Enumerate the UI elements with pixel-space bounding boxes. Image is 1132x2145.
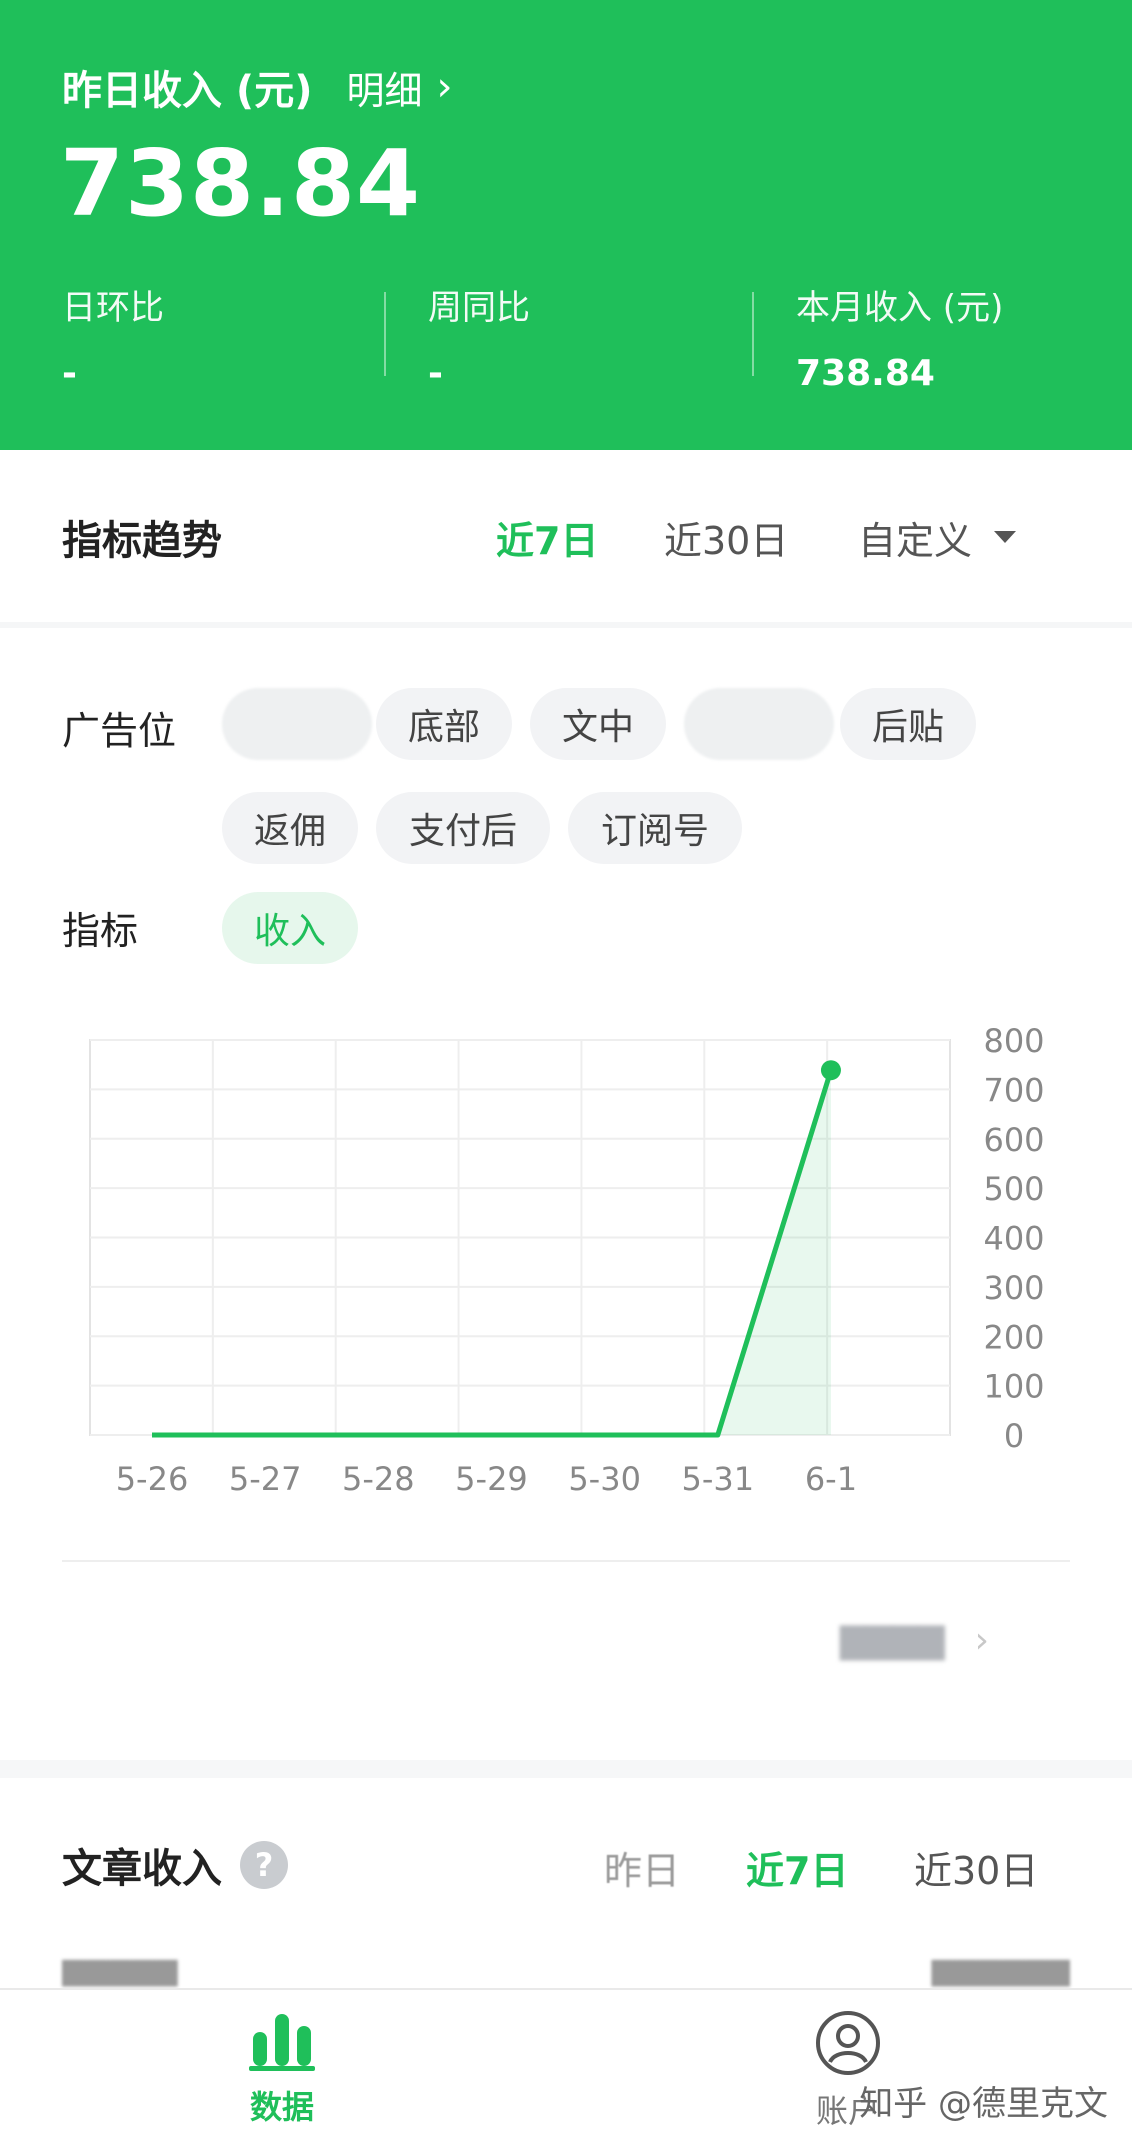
help-icon[interactable]: ? xyxy=(240,1841,288,1889)
caret-down-icon xyxy=(994,531,1017,543)
tab-custom[interactable]: 自定义 xyxy=(858,510,1017,565)
y-tick-label: 200 xyxy=(983,1318,1044,1356)
x-tick-label: 5-27 xyxy=(229,1460,302,1498)
blurred-detail-row[interactable]: ▇▇▇▇ › xyxy=(840,1620,989,1661)
chip-subscription-account[interactable]: 订阅号 xyxy=(568,792,742,864)
chip-in-article[interactable]: 文中 xyxy=(530,688,666,760)
stat-divider xyxy=(384,292,386,376)
income-trend-chart: 0 100 200 300 400 500 600 700 800 5-26 5-27 5-28 5-2… xyxy=(89,1022,1045,1498)
stat-label: 本月收入 (元) xyxy=(796,288,1004,328)
y-tick-label: 100 xyxy=(983,1368,1044,1406)
bar-chart-icon xyxy=(249,2014,315,2071)
article-income-title-wrap: 文章收入 ? xyxy=(62,1836,288,1894)
chip-after-payment[interactable]: 支付后 xyxy=(376,792,550,864)
section-separator xyxy=(0,1760,1132,1778)
stat-label: 日环比 xyxy=(62,288,164,328)
trend-header: 指标趋势 近7日 近30日 自定义 xyxy=(0,472,1132,602)
article-income-title: 文章收入 xyxy=(62,1846,222,1892)
header-title-row: 昨日收入 (元) 明细 › xyxy=(62,58,453,116)
yesterday-income-title: 昨日收入 (元) xyxy=(62,68,313,114)
x-tick-label: 5-29 xyxy=(455,1460,528,1498)
nav-data-label: 数据 xyxy=(249,2088,314,2126)
blurred-text: ▇▇▇▇ xyxy=(840,1620,945,1661)
x-tick-label: 6-1 xyxy=(805,1460,857,1498)
chevron-right-icon: › xyxy=(436,64,453,110)
x-tick-label: 5-26 xyxy=(116,1460,189,1498)
tab-7-days[interactable]: 近7日 xyxy=(496,510,598,565)
blurred-text: ▆▆▆▆▆▆ xyxy=(931,1952,1070,1987)
user-circle-icon xyxy=(816,2011,880,2075)
y-tick-label: 300 xyxy=(983,1269,1044,1307)
stat-week-over-week: 周同比 - xyxy=(428,280,530,394)
y-tick-label: 400 xyxy=(983,1220,1044,1258)
stat-value: 738.84 xyxy=(796,353,935,394)
stat-label: 周同比 xyxy=(428,288,530,328)
detail-link-label: 明细 xyxy=(346,68,423,113)
chip-ad-position-hidden[interactable] xyxy=(684,688,834,760)
chip-metric-income[interactable]: 收入 xyxy=(222,892,358,964)
stat-value: - xyxy=(62,353,77,394)
tab-custom-label: 自定义 xyxy=(858,518,973,563)
x-tick-label: 5-31 xyxy=(681,1460,754,1498)
chevron-right-icon: › xyxy=(974,1620,989,1661)
tab-yesterday[interactable]: 昨日 xyxy=(604,1840,680,1895)
chip-bottom[interactable]: 底部 xyxy=(376,688,512,760)
stat-month-income: 本月收入 (元) 738.84 xyxy=(796,280,1003,394)
blurred-text: ▆▆▆▆▆ xyxy=(62,1952,178,1987)
metric-label: 指标 xyxy=(62,909,139,953)
section-separator xyxy=(0,622,1132,628)
stat-day-over-day: 日环比 - xyxy=(62,280,164,394)
chart-separator xyxy=(62,1560,1070,1562)
series-area xyxy=(152,1070,831,1435)
y-tick-label: 600 xyxy=(983,1121,1044,1159)
y-tick-label: 700 xyxy=(983,1071,1044,1109)
detail-link[interactable]: 明细 › xyxy=(347,60,453,115)
y-tick-label: 0 xyxy=(1004,1417,1024,1455)
x-tick-label: 5-28 xyxy=(342,1460,415,1498)
page: { "header": { "title": "昨日收入 (元)", "deta… xyxy=(0,0,1132,2145)
tab-7-days[interactable]: 近7日 xyxy=(746,1840,848,1895)
nav-data[interactable]: 数据 xyxy=(182,2010,382,2128)
tab-30-days[interactable]: 近30日 xyxy=(664,510,788,565)
ad-position-label: 广告位 xyxy=(62,709,177,753)
article-table-header-blurred: ▆▆▆▆▆ ▆▆▆▆▆▆ xyxy=(62,1952,1070,1992)
article-income-header: 文章收入 ? 昨日 近7日 近30日 xyxy=(0,1800,1132,1920)
y-tick-label: 500 xyxy=(983,1170,1044,1208)
income-header: 昨日收入 (元) 明细 › 738.84 日环比 - 周同比 - 本月收入 (元… xyxy=(0,0,1132,450)
tab-30-days[interactable]: 近30日 xyxy=(914,1840,1038,1895)
data-point xyxy=(820,1060,841,1081)
watermark: 知乎 @德里克文 xyxy=(859,2084,1108,2124)
chip-ad-position-hidden[interactable] xyxy=(222,688,372,760)
chip-post-roll[interactable]: 后贴 xyxy=(840,688,976,760)
stat-value: - xyxy=(428,353,443,394)
stat-divider xyxy=(752,292,754,376)
series-line xyxy=(152,1069,834,1438)
y-tick-label: 800 xyxy=(983,1022,1044,1060)
trend-title: 指标趋势 xyxy=(62,518,222,564)
chip-rebate[interactable]: 返佣 xyxy=(222,792,358,864)
x-tick-label: 5-30 xyxy=(568,1460,641,1498)
yesterday-income-amount: 738.84 xyxy=(60,130,422,237)
